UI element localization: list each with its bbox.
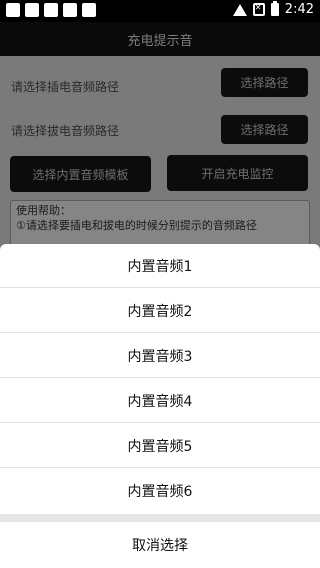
sheet-item-audio-4[interactable]: 内置音频4 [0,379,320,423]
sheet-divider [0,514,320,522]
battery-icon [270,1,279,16]
select-template-button[interactable]: 选择内置音频模板 [10,156,151,192]
notification-icons [6,3,96,17]
wifi-icon [232,3,247,16]
unplug-path-label: 请选择拔电音频路径 [11,124,120,138]
sheet-item-audio-5[interactable]: 内置音频5 [0,424,320,468]
sheet-item-audio-3[interactable]: 内置音频3 [0,334,320,378]
notification-icon [44,3,58,17]
help-title: 使用帮助： [16,204,71,217]
sheet-item-audio-1[interactable]: 内置音频1 [0,244,320,288]
notification-icon [25,3,39,17]
cancel-button[interactable]: 取消选择 [0,522,320,568]
page-title: 充电提示音 [127,33,193,49]
select-unplug-path-button[interactable]: 选择路径 [221,115,308,144]
status-bar: 2:42 [0,0,320,22]
help-line: ①请选择要插电和拔电的时候分别提示的音频路径 [16,219,257,232]
clock: 2:42 [284,2,314,17]
select-plug-path-button[interactable]: 选择路径 [221,68,308,97]
start-monitor-button[interactable]: 开启充电监控 [167,155,308,191]
notification-icon [63,3,77,17]
no-sim-icon [252,3,265,16]
status-indicators: 2:42 [232,1,314,17]
sheet-item-audio-2[interactable]: 内置音频2 [0,289,320,333]
plug-path-label: 请选择插电音频路径 [11,80,120,94]
sheet-item-audio-6[interactable]: 内置音频6 [0,469,320,513]
title-bar: 充电提示音 [0,22,320,56]
notification-icon [6,3,20,17]
bottom-sheet: 内置音频1 内置音频2 内置音频3 内置音频4 内置音频5 内置音频6 取消选择 [0,244,320,568]
notification-icon [82,3,96,17]
